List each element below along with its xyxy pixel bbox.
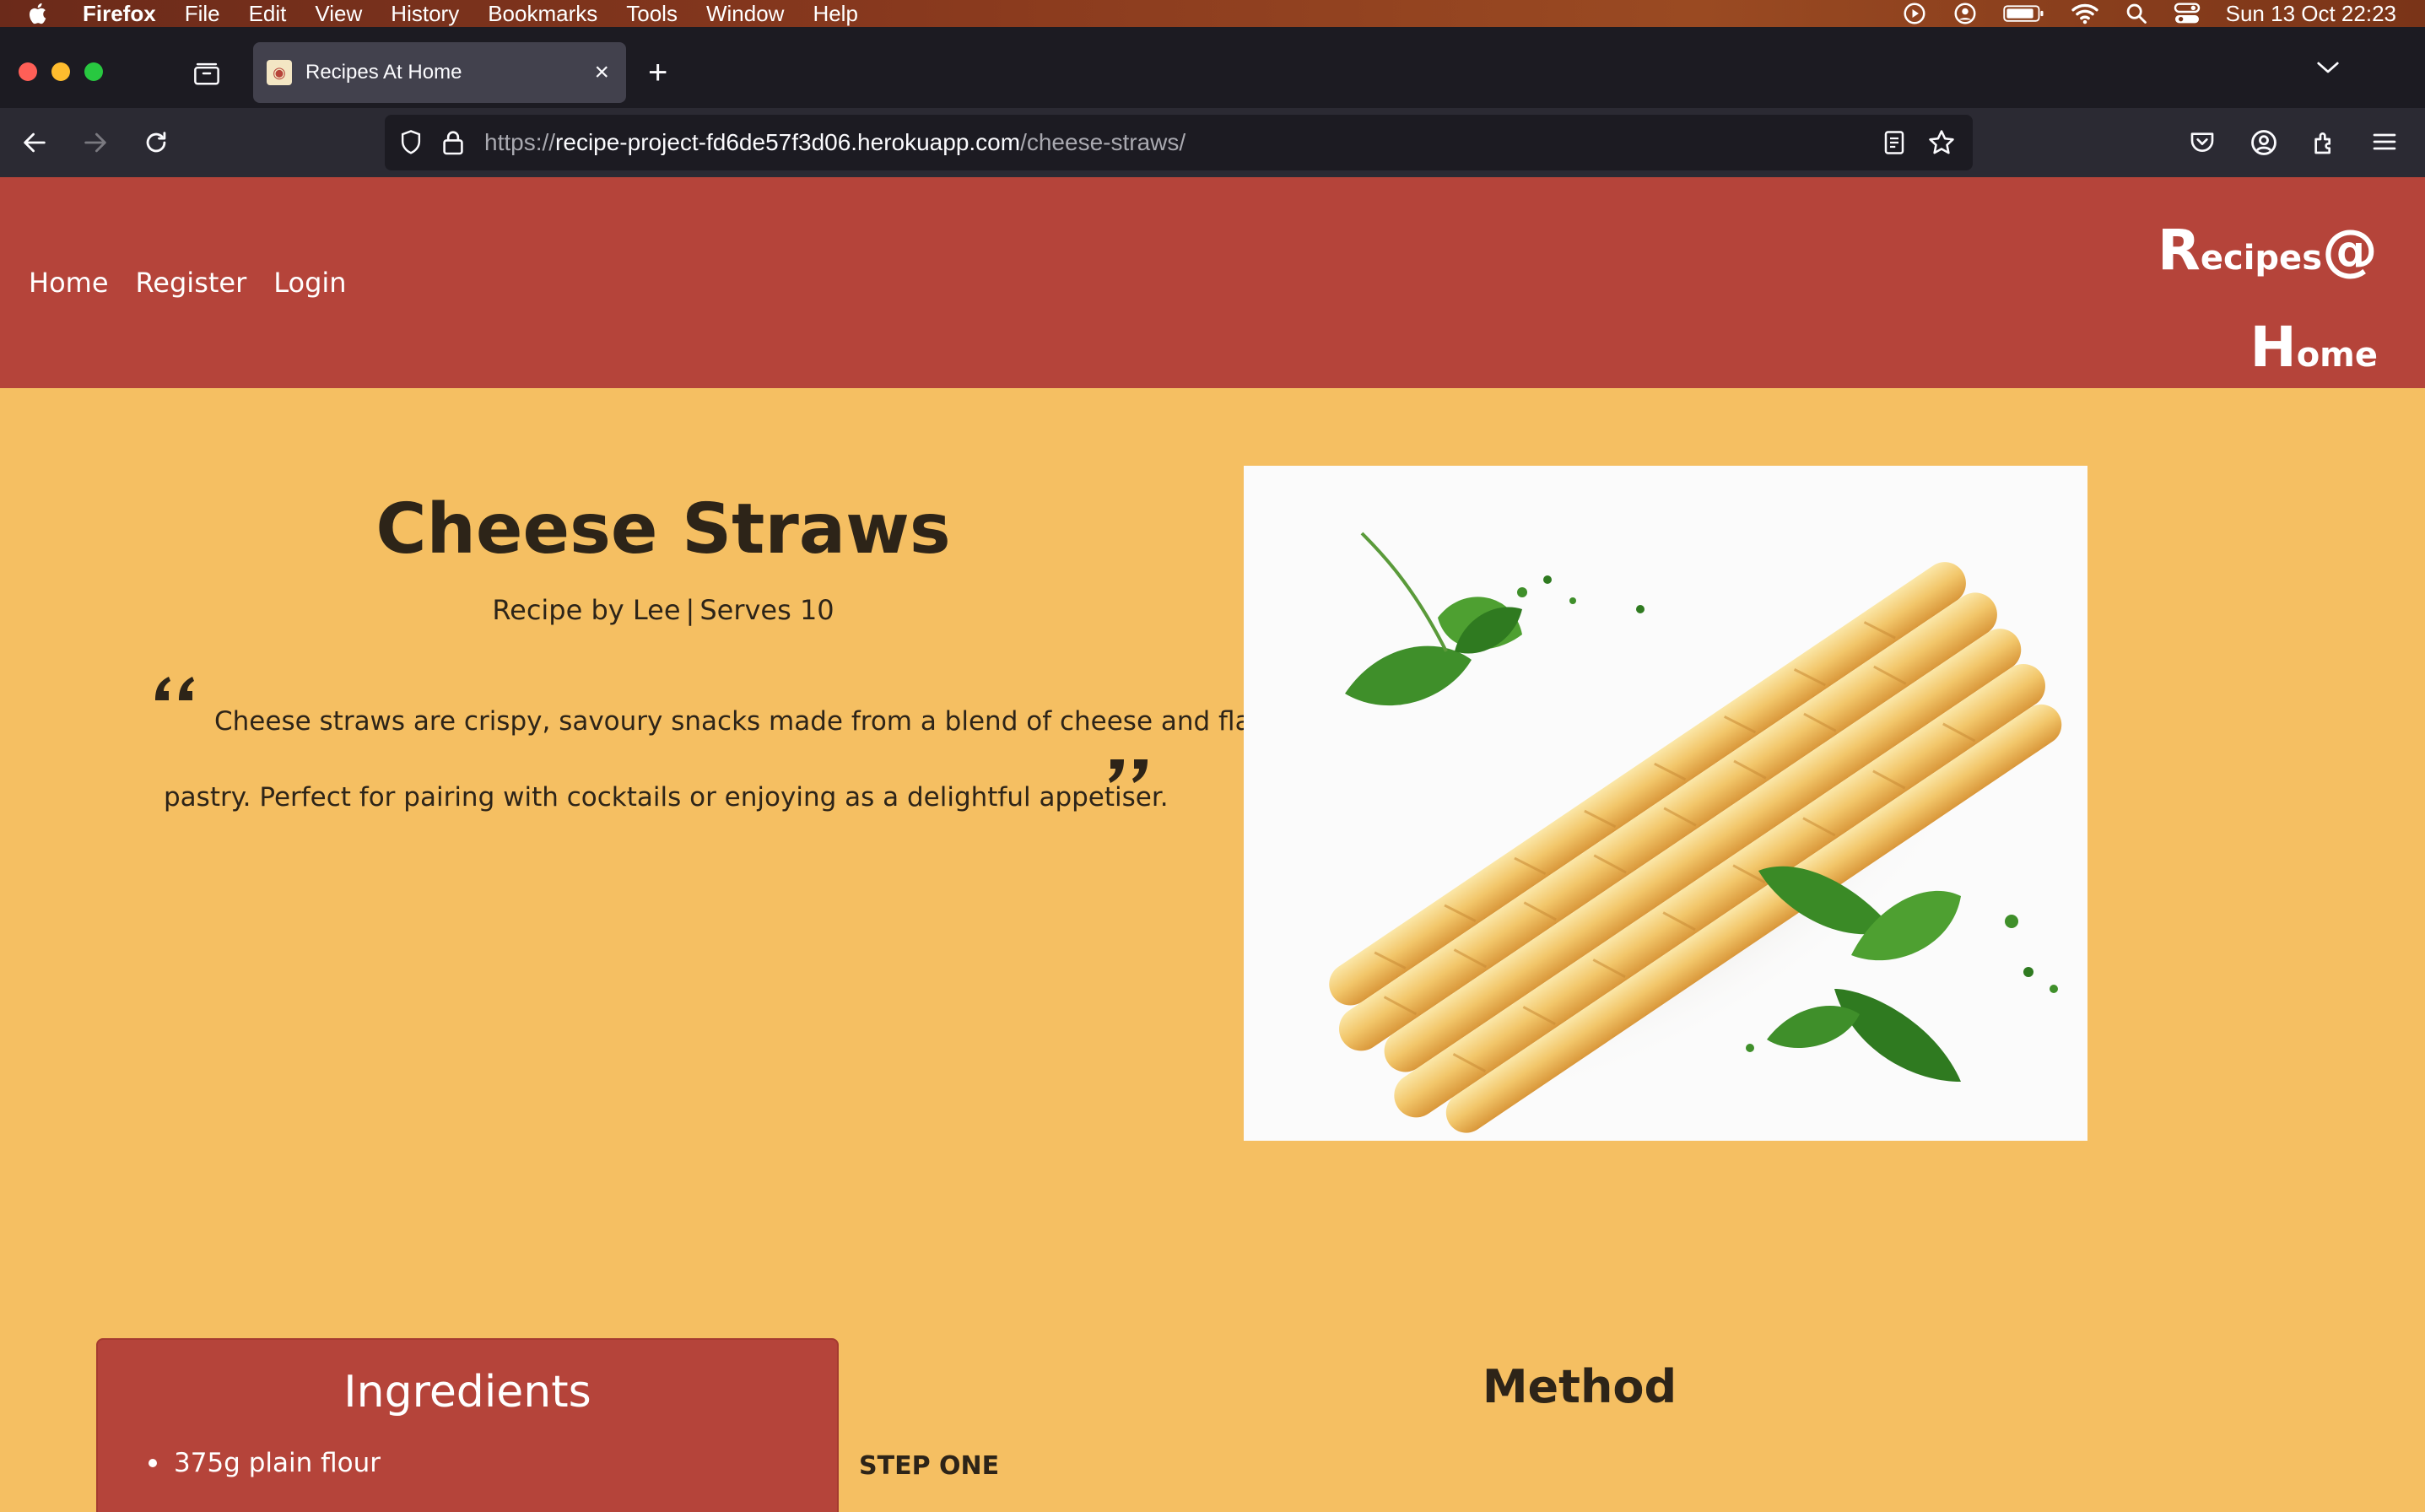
window-close-button[interactable] [19,62,37,81]
os-menubar: Firefox File Edit View History Bookmarks… [0,0,2425,27]
user-circle-icon[interactable] [1952,1,1978,26]
window-zoom-button[interactable] [84,62,103,81]
ingredient-item: 375g plain flour [149,1448,837,1478]
nav-link-login[interactable]: Login [273,267,346,299]
menu-bookmarks[interactable]: Bookmarks [488,1,597,27]
status-area: Sun 13 Oct 22:23 [1902,0,2396,27]
url-host: recipe-project-fd6de57f3d06.herokuapp.co… [555,129,1021,155]
tab-manager-icon[interactable] [192,61,221,86]
quote-close-icon [1109,759,1148,783]
account-icon[interactable] [2249,128,2278,157]
play-circle-icon[interactable] [1902,1,1927,26]
control-center-icon[interactable] [2174,2,2201,25]
description-line-1: Cheese straws are crispy, savoury snacks… [214,706,1281,737]
site-logo[interactable]: Recipes@ Home [2158,209,2378,403]
menu-window[interactable]: Window [706,1,784,27]
recipe-meta: Recipe by Lee | Serves 10 [157,594,1169,626]
menu-tools[interactable]: Tools [626,1,678,27]
reader-view-icon[interactable] [1883,130,1905,155]
bookmark-star-icon[interactable] [1927,128,1956,157]
step-one-label: STEP ONE [859,1451,1000,1481]
tab-title: Recipes At Home [305,61,462,84]
url-text[interactable]: https://recipe-project-fd6de57f3d06.hero… [484,129,1185,156]
description-line-2: pastry. Perfect for pairing with cocktai… [164,782,1169,813]
pocket-icon[interactable] [2189,128,2216,155]
recipe-serves: Serves 10 [699,594,834,626]
logo-h: H [2249,315,2297,380]
tracking-shield-icon[interactable] [398,129,424,156]
recipe-title: Cheese Straws [375,489,951,570]
tab-recipes-at-home[interactable]: ◉ Recipes At Home × [253,42,626,103]
window-minimize-button[interactable] [51,62,70,81]
site-header: Home Register Login Recipes@ Home [0,177,2425,388]
chevron-down-icon[interactable] [2315,59,2341,76]
wifi-icon[interactable] [2071,2,2099,25]
meta-separator: | [685,594,695,626]
forward-arrow-icon[interactable] [81,128,110,157]
logo-at: @ [2322,218,2378,283]
method-heading: Method [1482,1360,1677,1413]
nav-link-home[interactable]: Home [29,267,109,299]
ingredients-card: Ingredients 375g plain flour [96,1338,839,1512]
logo-line-2: Home [2158,306,2378,403]
back-arrow-icon[interactable] [20,128,49,157]
site-nav: Home Register Login [29,267,347,299]
menu-file[interactable]: File [185,1,220,27]
hamburger-menu-icon[interactable] [2371,128,2398,155]
address-bar[interactable]: https://recipe-project-fd6de57f3d06.hero… [385,115,1973,170]
apple-logo-icon[interactable] [27,2,51,25]
search-icon[interactable] [2125,2,2148,25]
recipe-description: Cheese straws are crispy, savoury snacks… [157,683,1281,835]
recipe-image [1244,466,2087,1141]
recipe-author: Recipe by Lee [492,594,681,626]
menubar-clock[interactable]: Sun 13 Oct 22:23 [2226,1,2396,27]
logo-ecipes: ecipes [2200,239,2322,278]
menu-edit[interactable]: Edit [249,1,287,27]
tab-close-icon[interactable]: × [594,60,609,85]
ingredients-list: 375g plain flour [149,1448,837,1478]
url-path: /cheese-straws/ [1020,129,1186,155]
menu-view[interactable]: View [315,1,362,27]
ingredients-heading: Ingredients [343,1367,591,1418]
lock-icon[interactable] [442,129,464,156]
menu-help[interactable]: Help [813,1,857,27]
menu-history[interactable]: History [391,1,459,27]
browser-nav-bar: https://recipe-project-fd6de57f3d06.hero… [0,108,2425,177]
menu-app-name[interactable]: Firefox [83,1,156,27]
battery-icon[interactable] [2002,3,2045,24]
site-favicon-icon: ◉ [267,60,292,85]
reload-icon[interactable] [142,128,170,157]
logo-line-1: Recipes@ [2158,209,2378,306]
url-scheme: https:// [484,129,556,155]
nav-link-register[interactable]: Register [136,267,247,299]
logo-r: R [2158,218,2201,283]
new-tab-button[interactable]: + [648,56,667,89]
logo-ome: ome [2296,336,2378,375]
cheese-straws-image [1244,466,2087,1141]
extensions-icon[interactable] [2310,128,2337,157]
